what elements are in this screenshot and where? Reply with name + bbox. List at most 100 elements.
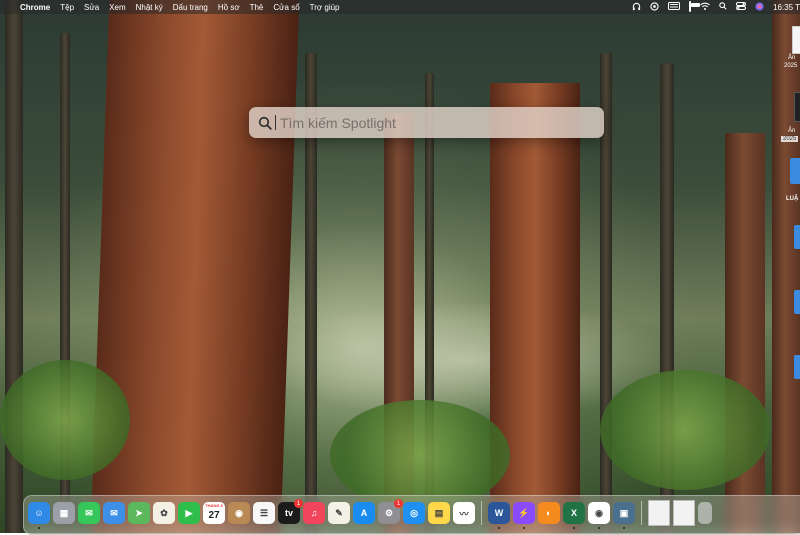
calendar-icon: 27 [208,509,220,521]
mail-icon: ✉ [110,507,118,518]
zalo-firefox-icon: ◐ [546,508,552,518]
running-indicator [623,527,625,529]
notification-badge: 1 [294,499,303,508]
contacts-icon: ◉ [235,507,243,518]
dock-app-messages[interactable]: ✉ [78,502,100,524]
dock-app-photos[interactable]: ✿ [153,502,175,524]
dock-app-freeform[interactable]: 〰 [453,502,475,524]
dock-app-chrome[interactable]: ◉ [588,502,610,529]
dock-app-mail[interactable]: ✉ [103,502,125,524]
dock-app-launchpad[interactable]: ▦ [53,502,75,524]
dock-app-preview[interactable]: ▣ [613,502,635,529]
desktop-folder-icon[interactable] [794,355,800,379]
text-caret [275,115,276,130]
keyboard-input-icon[interactable] [668,2,681,12]
dock: ☺ ▦ ✉ ✉ ➤ ✿ ▶ 27 THÁNG 5 ◉ ☰ tv 1 ♫ ✎ A ⚙ 1 ◎ ▤ 〰 W ⚡ ◐ X ◉ ▣ [23,495,800,535]
wifi-icon[interactable] [700,2,710,12]
menu-profiles[interactable]: Hồ sơ [218,3,240,12]
dock-app-facetime[interactable]: ▶ [178,502,200,524]
desktop-file-thumbnail[interactable] [794,92,800,122]
dock-app-word[interactable]: W [488,502,510,529]
tv-icon: tv [284,508,293,518]
app-store-icon: A [360,508,368,518]
messenger-icon: ⚡ [518,507,530,518]
menu-window[interactable]: Cửa sổ [273,3,299,12]
document-thumbnail-2[interactable] [673,500,695,526]
calendar-month-label: THÁNG 5 [205,503,223,508]
desktop-wallpaper [0,0,800,533]
menu-file[interactable]: Tệp [60,3,74,12]
desktop-file-date: 2025 [784,63,798,69]
dock-app-messenger[interactable]: ⚡ [513,502,535,529]
notes-icon: ▤ [434,507,444,518]
menu-edit[interactable]: Sửa [84,3,99,12]
spotlight-search-bar [249,107,604,138]
control-center-icon[interactable] [736,2,747,12]
desktop-file-date: 2025 [781,136,799,142]
finder-icon: ☺ [34,508,44,518]
reminders-icon: ☰ [259,507,269,518]
running-indicator [498,527,500,529]
app-menu-chrome[interactable]: Chrome [20,3,50,12]
dock-app-calendar[interactable]: 27 THÁNG 5 [203,502,225,524]
desktop-file-thumbnail[interactable] [792,26,800,54]
battery-icon[interactable] [689,1,692,12]
system-settings-icon: ⚙ [384,507,394,518]
safari-icon: ◎ [410,507,418,518]
trash-icon[interactable] [698,502,712,524]
dock-app-contacts[interactable]: ◉ [228,502,250,524]
desktop-folder-label: LUẬ [786,196,799,202]
dock-app-excel[interactable]: X [563,502,585,529]
messages-icon: ✉ [85,507,93,518]
menu-help[interactable]: Trợ giúp [310,3,340,12]
chrome-icon: ◉ [595,507,603,518]
dock-app-maps[interactable]: ➤ [128,502,150,524]
menu-bookmarks[interactable]: Dấu trang [173,3,208,12]
menu-tab[interactable]: Thẻ [250,3,264,12]
word-icon: W [494,508,504,518]
dock-app-music[interactable]: ♫ [303,502,325,524]
maps-icon: ➤ [135,507,143,518]
menu-view[interactable]: Xem [109,3,125,12]
wallpaper-tree [90,0,300,533]
desktop-folder-icon[interactable] [794,290,800,314]
document-thumbnail-1[interactable] [648,500,670,526]
menu-history[interactable]: Nhật ký [136,3,163,12]
pages-icon: ✎ [335,507,343,518]
excel-icon: X [570,508,577,518]
siri-icon[interactable] [755,1,764,13]
wallpaper-bush [330,400,510,510]
search-icon [258,116,272,130]
dock-app-tv[interactable]: tv 1 [278,499,303,524]
wallpaper-bush [0,360,130,480]
dock-app-app-store[interactable]: A [353,502,375,524]
desktop-file-label: Ản [788,55,796,61]
desktop-folder-icon[interactable] [794,225,800,249]
music-icon: ♫ [310,508,318,518]
dock-app-safari[interactable]: ◎ [403,502,425,524]
menu-bar-clock[interactable]: 16:35 T [773,3,800,12]
preview-icon: ▣ [619,507,629,518]
running-indicator [598,527,600,529]
wallpaper-tree [772,0,800,533]
dock-separator [481,501,482,525]
dock-app-pages[interactable]: ✎ [328,502,350,524]
vpn-icon[interactable] [650,1,659,13]
dock-app-list: ☺ ▦ ✉ ✉ ➤ ✿ ▶ 27 THÁNG 5 ◉ ☰ tv 1 ♫ ✎ A ⚙ 1 ◎ ▤ 〰 W ⚡ ◐ X ◉ ▣ [28,499,712,529]
photos-icon: ✿ [160,507,168,518]
notification-badge: 1 [394,499,403,508]
search-icon[interactable] [719,2,727,12]
dock-app-reminders[interactable]: ☰ [253,502,275,524]
headphones-icon[interactable] [632,2,641,13]
desktop-file-label: Ản [788,128,796,134]
freeform-icon: 〰 [459,508,469,519]
wallpaper-bush [600,370,770,490]
spotlight-search-input[interactable] [278,113,582,132]
desktop-folder-icon[interactable] [790,158,800,184]
dock-app-system-settings[interactable]: ⚙ 1 [378,499,403,524]
running-indicator [523,527,525,529]
dock-app-notes[interactable]: ▤ [428,502,450,524]
dock-app-zalo-firefox[interactable]: ◐ [538,502,560,524]
dock-app-finder[interactable]: ☺ [28,502,50,529]
dock-separator [641,501,642,525]
